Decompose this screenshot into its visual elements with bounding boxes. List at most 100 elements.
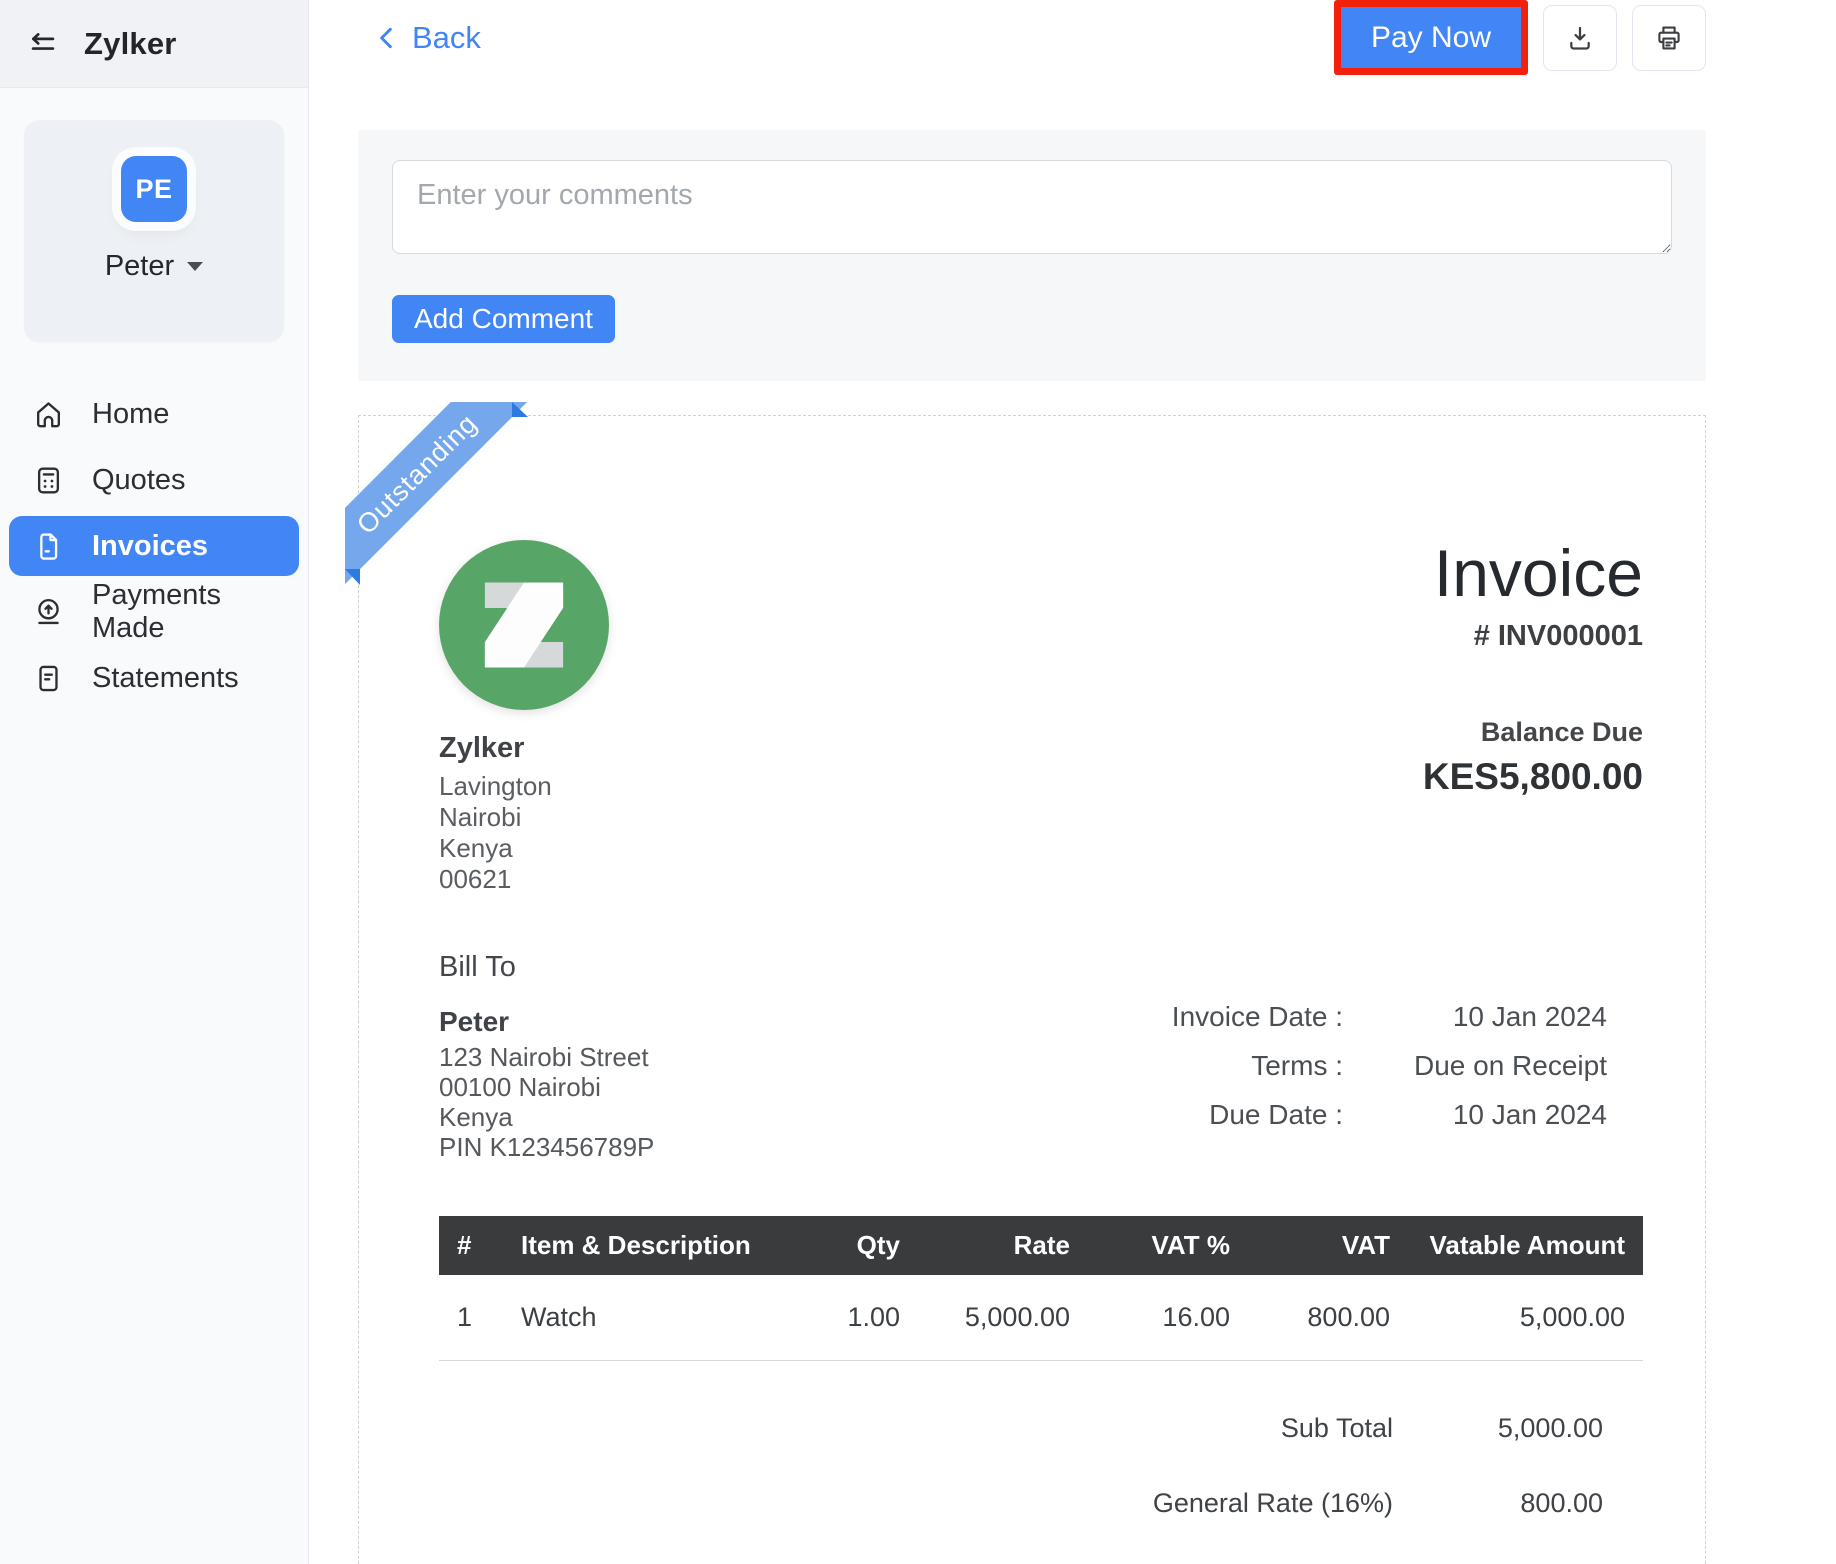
totals-section: Sub Total 5,000.00 General Rate (16%) 80… (439, 1369, 1643, 1564)
collapse-sidebar-button[interactable] (26, 29, 60, 59)
item-vat-percent: 16.00 (1088, 1275, 1248, 1360)
due-date-label: Due Date : (1209, 1099, 1343, 1131)
subtotal-label: Sub Total (1043, 1413, 1393, 1444)
subtotal-value: 5,000.00 (1393, 1413, 1643, 1444)
terms-label: Terms : (1251, 1050, 1343, 1082)
ribbon-fold (345, 569, 360, 585)
profile-placeholder-bar (40, 307, 268, 329)
seller-address-line: Nairobi (439, 802, 609, 833)
company-logo (439, 540, 609, 715)
item-rate: 5,000.00 (918, 1275, 1088, 1360)
invoice-number: # INV000001 (1423, 620, 1643, 653)
seller-address: Zylker Lavington Nairobi Kenya 00621 (439, 733, 609, 895)
col-header-number: # (439, 1216, 503, 1275)
due-date-value: 10 Jan 2024 (1343, 1099, 1643, 1131)
line-items-table: # Item & Description Qty Rate VAT % VAT … (439, 1216, 1643, 1361)
col-header-vat: VAT (1248, 1216, 1408, 1275)
pay-now-button[interactable]: Pay Now (1334, 0, 1528, 75)
sidebar-nav: Home Quotes (0, 384, 308, 708)
table-header-row: # Item & Description Qty Rate VAT % VAT … (439, 1216, 1643, 1275)
back-label: Back (412, 20, 481, 56)
col-header-item-description: Item & Description (503, 1216, 788, 1275)
calculator-icon (32, 464, 65, 497)
bill-to-block: Bill To Peter 123 Nairobi Street 00100 N… (439, 951, 654, 1162)
sidebar-item-label: Invoices (92, 530, 208, 563)
topbar: Back Pay Now (358, 0, 1706, 75)
sidebar-item-label: Home (92, 398, 169, 431)
print-button[interactable] (1632, 5, 1706, 71)
tax-value: 800.00 (1393, 1488, 1643, 1519)
seller-name: Zylker (439, 733, 609, 764)
app-window: Zylker PE Peter Home (0, 0, 1836, 1564)
sidebar-item-invoices[interactable]: Invoices (9, 516, 299, 576)
sidebar-item-payments-made[interactable]: Payments Made (9, 582, 299, 642)
collapse-sidebar-icon (26, 29, 60, 59)
profile-name: Peter (105, 250, 174, 283)
bill-to-address-line: PIN K123456789P (439, 1132, 654, 1162)
invoice-file-icon (32, 530, 65, 563)
home-icon (32, 398, 65, 431)
invoice-title: Invoice (1423, 540, 1643, 606)
balance-due-amount: KES5,800.00 (1423, 756, 1643, 798)
seller-address-line: Kenya (439, 833, 609, 864)
terms-row: Terms : Due on Receipt (1172, 1050, 1643, 1082)
back-button[interactable]: Back (358, 19, 487, 57)
sidebar-header: Zylker (0, 0, 308, 88)
invoice-date-value: 10 Jan 2024 (1343, 1001, 1643, 1033)
col-header-vat-percent: VAT % (1088, 1216, 1248, 1275)
item-number: 1 (439, 1275, 503, 1360)
seller-address-line: Lavington (439, 771, 609, 802)
item-vatable-amount: 5,000.00 (1408, 1275, 1643, 1360)
main-content: Back Pay Now (309, 0, 1836, 1564)
comment-input[interactable] (392, 160, 1672, 254)
invoice-header: Zylker Lavington Nairobi Kenya 00621 Inv… (439, 540, 1643, 895)
ribbon-fold (512, 402, 528, 417)
seller-block: Zylker Lavington Nairobi Kenya 00621 (439, 540, 609, 895)
sidebar-item-label: Statements (92, 662, 239, 695)
subtotal-row: Sub Total 5,000.00 (1043, 1413, 1643, 1444)
profile-card: PE Peter (24, 120, 284, 342)
col-header-qty: Qty (788, 1216, 918, 1275)
item-vat: 800.00 (1248, 1275, 1408, 1360)
item-description: Watch (503, 1275, 788, 1360)
invoice-title-block: Invoice # INV000001 Balance Due KES5,800… (1423, 540, 1643, 895)
sidebar: Zylker PE Peter Home (0, 0, 309, 1564)
bill-to-name: Peter (439, 1006, 654, 1038)
statement-icon (32, 662, 65, 695)
comments-panel: Add Comment (358, 130, 1706, 381)
bill-to-address-line: 123 Nairobi Street (439, 1042, 654, 1072)
sidebar-item-statements[interactable]: Statements (9, 648, 299, 708)
terms-value: Due on Receipt (1343, 1050, 1643, 1082)
chevron-down-icon (187, 262, 203, 271)
download-button[interactable] (1543, 5, 1617, 71)
payment-upload-icon (32, 596, 65, 629)
bill-to-address-line: Kenya (439, 1102, 654, 1132)
chevron-left-icon (375, 25, 397, 51)
invoice-date-label: Invoice Date : (1172, 1001, 1343, 1033)
balance-due-label: Balance Due (1423, 717, 1643, 748)
invoice-document: Outstanding Zylker (358, 415, 1706, 1564)
avatar: PE (121, 156, 187, 222)
bill-to-label: Bill To (439, 951, 654, 984)
sidebar-item-quotes[interactable]: Quotes (9, 450, 299, 510)
brand-title: Zylker (84, 26, 177, 62)
table-row: 1 Watch 1.00 5,000.00 16.00 800.00 5,000… (439, 1275, 1643, 1361)
sidebar-item-home[interactable]: Home (9, 384, 299, 444)
bill-to-address-line: 00100 Nairobi (439, 1072, 654, 1102)
print-icon (1653, 22, 1685, 54)
profile-dropdown[interactable]: Peter (24, 250, 284, 283)
download-icon (1564, 22, 1596, 54)
item-qty: 1.00 (788, 1275, 918, 1360)
due-date-row: Due Date : 10 Jan 2024 (1172, 1099, 1643, 1131)
col-header-vatable-amount: Vatable Amount (1408, 1216, 1643, 1275)
invoice-parties: Bill To Peter 123 Nairobi Street 00100 N… (439, 951, 1643, 1162)
tax-row: General Rate (16%) 800.00 (1043, 1488, 1643, 1519)
sidebar-item-label: Payments Made (92, 579, 276, 645)
tax-label: General Rate (16%) (1043, 1488, 1393, 1519)
sidebar-item-label: Quotes (92, 464, 186, 497)
add-comment-button[interactable]: Add Comment (392, 295, 615, 343)
bill-to-address: 123 Nairobi Street 00100 Nairobi Kenya P… (439, 1042, 654, 1162)
topbar-actions: Pay Now (1334, 0, 1706, 75)
col-header-rate: Rate (918, 1216, 1088, 1275)
invoice-meta: Invoice Date : 10 Jan 2024 Terms : Due o… (1172, 1001, 1643, 1162)
